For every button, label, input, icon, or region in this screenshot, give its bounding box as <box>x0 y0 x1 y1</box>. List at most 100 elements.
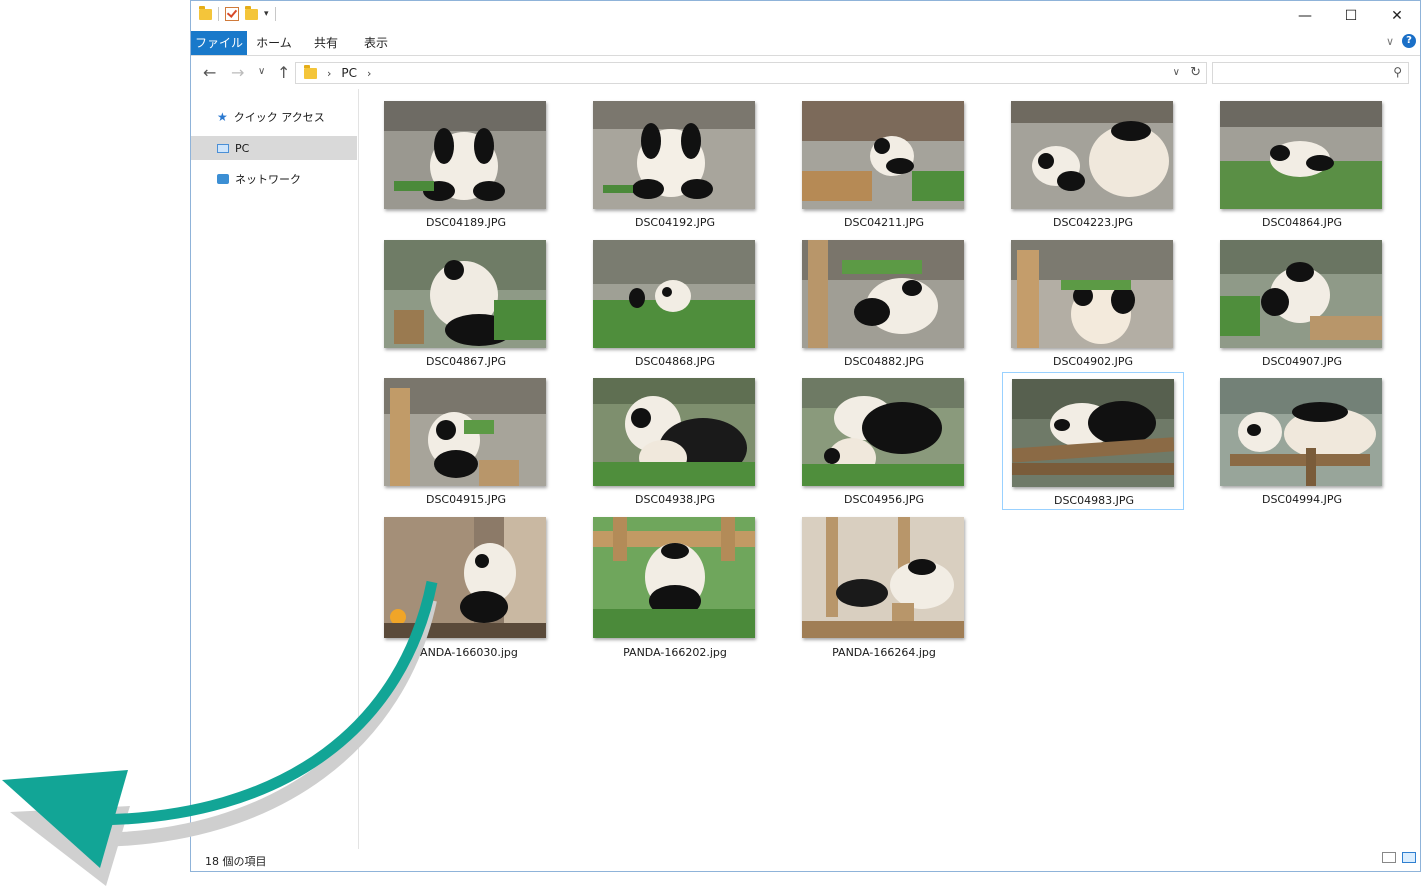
image-thumbnail <box>1012 379 1174 487</box>
minimize-button[interactable]: — <box>1282 1 1328 31</box>
tab-file[interactable]: ファイル <box>191 31 247 55</box>
image-thumbnail <box>593 240 755 348</box>
file-name: DSC04956.JPG <box>843 493 925 506</box>
file-item[interactable]: DSC04867.JPG <box>375 234 557 372</box>
up-arrow-icon[interactable]: ↑ <box>277 63 290 82</box>
details-view-icon[interactable] <box>1382 852 1396 863</box>
file-name: DSC04938.JPG <box>634 493 716 506</box>
file-item[interactable]: DSC04915.JPG <box>375 372 557 510</box>
file-name: DSC04189.JPG <box>425 216 507 229</box>
file-name: DSC04192.JPG <box>634 216 716 229</box>
expand-ribbon-icon[interactable]: ∨ <box>1386 35 1394 48</box>
image-thumbnail <box>1220 378 1382 486</box>
address-bar[interactable]: › PC › ∨ ↻ <box>295 62 1207 84</box>
folder-icon <box>304 64 317 79</box>
view-switcher <box>1382 852 1416 863</box>
window-controls: — ☐ ✕ <box>1282 1 1420 31</box>
file-item[interactable]: DSC04868.JPG <box>584 234 766 372</box>
file-item-selected[interactable]: DSC04983.JPG <box>1002 372 1184 510</box>
tab-home[interactable]: ホーム <box>251 31 297 55</box>
image-thumbnail <box>802 101 964 209</box>
file-name: DSC04864.JPG <box>1261 216 1343 229</box>
customize-toolbar-icon[interactable]: ▾ <box>264 9 269 19</box>
folder-icon <box>199 5 212 20</box>
status-bar: 18 個の項目 <box>191 848 1420 871</box>
recent-locations-icon[interactable]: ∨ <box>258 66 265 77</box>
tab-share[interactable]: 共有 <box>303 31 349 55</box>
image-thumbnail <box>593 378 755 486</box>
file-name: PANDA-166264.jpg <box>832 646 936 659</box>
back-arrow-icon[interactable]: ← <box>203 63 216 82</box>
large-icons-view-icon[interactable] <box>1402 852 1416 863</box>
search-icon: ⚲ <box>1393 65 1402 79</box>
close-button[interactable]: ✕ <box>1374 1 1420 31</box>
ribbon-tabs: ファイル ホーム 共有 表示 ∨ ? <box>191 31 1420 56</box>
file-name: DSC04223.JPG <box>1052 216 1134 229</box>
image-thumbnail <box>802 517 964 638</box>
image-thumbnail <box>384 517 546 638</box>
forward-arrow-icon[interactable]: → <box>231 63 244 82</box>
breadcrumb-separator-icon[interactable]: › <box>367 67 371 80</box>
file-name: DSC04902.JPG <box>1052 355 1134 368</box>
sidebar-item-label: ネットワーク <box>235 173 301 186</box>
file-item[interactable]: DSC04864.JPG <box>1211 95 1393 233</box>
breadcrumb-separator-icon[interactable]: › <box>327 67 331 80</box>
sidebar-item-pc[interactable]: PC <box>191 136 357 160</box>
refresh-icon[interactable]: ↻ <box>1190 65 1201 80</box>
file-name: PANDA-166030.jpg <box>414 646 518 659</box>
file-item[interactable]: DSC04956.JPG <box>793 372 975 510</box>
file-item[interactable]: DSC04907.JPG <box>1211 234 1393 372</box>
file-name: DSC04907.JPG <box>1261 355 1343 368</box>
image-thumbnail <box>802 378 964 486</box>
tab-view[interactable]: 表示 <box>353 31 399 55</box>
file-item[interactable]: DSC04189.JPG <box>375 95 557 233</box>
quick-access-toolbar: ▾ <box>199 5 276 21</box>
ribbon-controls: ∨ ? <box>1386 34 1416 48</box>
file-item[interactable]: DSC04882.JPG <box>793 234 975 372</box>
navigation-pane: ★ クイック アクセス PC ネットワーク <box>191 89 359 849</box>
maximize-button[interactable]: ☐ <box>1328 1 1374 31</box>
file-name: DSC04994.JPG <box>1261 493 1343 506</box>
image-thumbnail <box>384 101 546 209</box>
file-item[interactable]: PANDA-166264.jpg <box>793 511 975 663</box>
file-view: DSC04189.JPG DSC04192.JPG DSC04211.JPG D… <box>359 89 1420 849</box>
file-item[interactable]: PANDA-166202.jpg <box>584 511 766 663</box>
item-count: 18 個の項目 <box>205 855 267 868</box>
image-thumbnail <box>384 378 546 486</box>
pc-icon <box>217 143 229 153</box>
file-name: DSC04915.JPG <box>425 493 507 506</box>
image-thumbnail <box>384 240 546 348</box>
sidebar-item-network[interactable]: ネットワーク <box>191 167 357 191</box>
file-name: DSC04867.JPG <box>425 355 507 368</box>
new-folder-icon[interactable] <box>245 5 258 20</box>
file-name: PANDA-166202.jpg <box>623 646 727 659</box>
file-item[interactable]: DSC04192.JPG <box>584 95 766 233</box>
divider <box>218 7 219 21</box>
image-thumbnail <box>802 240 964 348</box>
star-icon: ★ <box>217 110 228 124</box>
title-bar: ▾ — ☐ ✕ <box>191 1 1420 31</box>
file-name: DSC04868.JPG <box>634 355 716 368</box>
file-name: DSC04882.JPG <box>843 355 925 368</box>
file-name: DSC04983.JPG <box>1053 494 1135 507</box>
image-thumbnail <box>1011 101 1173 209</box>
file-item[interactable]: DSC04994.JPG <box>1211 372 1393 510</box>
file-item[interactable]: PANDA-166030.jpg <box>375 511 557 663</box>
file-item[interactable]: DSC04938.JPG <box>584 372 766 510</box>
breadcrumb-pc[interactable]: PC <box>341 66 357 80</box>
address-dropdown-icon[interactable]: ∨ <box>1173 67 1180 78</box>
divider <box>274 7 276 21</box>
search-input[interactable]: ⚲ <box>1212 62 1409 84</box>
sidebar-item-quick-access[interactable]: ★ クイック アクセス <box>191 105 357 129</box>
help-icon[interactable]: ? <box>1402 34 1416 48</box>
file-name: DSC04211.JPG <box>843 216 925 229</box>
image-thumbnail <box>593 101 755 209</box>
file-explorer-window: ▾ — ☐ ✕ ファイル ホーム 共有 表示 ∨ ? ← → ∨ ↑ › PC … <box>190 0 1421 872</box>
image-thumbnail <box>593 517 755 638</box>
image-thumbnail <box>1220 240 1382 348</box>
file-item[interactable]: DSC04223.JPG <box>1002 95 1184 233</box>
file-item[interactable]: DSC04902.JPG <box>1002 234 1184 372</box>
file-item[interactable]: DSC04211.JPG <box>793 95 975 233</box>
properties-icon[interactable] <box>225 7 239 21</box>
sidebar-item-label: PC <box>235 141 250 155</box>
